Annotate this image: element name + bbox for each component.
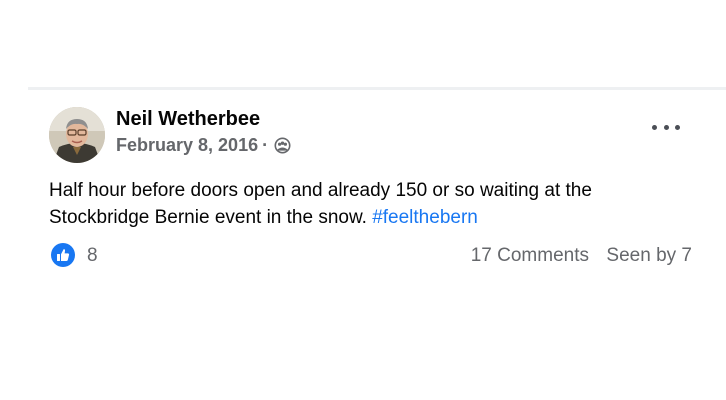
- seen-by-count[interactable]: Seen by 7: [606, 245, 692, 267]
- more-dot: [663, 124, 669, 130]
- more-options-icon[interactable]: [652, 118, 680, 136]
- post-date[interactable]: February 8, 2016: [116, 135, 258, 156]
- more-dot: [675, 124, 680, 130]
- avatar-image: [49, 107, 105, 163]
- author-name[interactable]: Neil Wetherbee: [116, 108, 260, 131]
- post-meta: February 8, 2016 ·: [116, 135, 291, 156]
- post-text: Half hour before doors open and already …: [49, 177, 689, 231]
- meta-separator: ·: [262, 135, 269, 155]
- hashtag-link[interactable]: #feelthebern: [372, 207, 478, 228]
- screenshot-canvas: Neil Wetherbee February 8, 2016 · Half h…: [0, 0, 726, 400]
- like-icon[interactable]: [51, 243, 75, 267]
- like-count[interactable]: 8: [87, 245, 98, 267]
- post-card: Neil Wetherbee February 8, 2016 · Half h…: [28, 87, 726, 280]
- more-dot: [652, 124, 657, 130]
- post-body: Half hour before doors open and already …: [49, 180, 592, 228]
- group-audience-icon[interactable]: [274, 137, 291, 154]
- avatar[interactable]: [49, 107, 105, 163]
- comments-count-link[interactable]: 17 Comments: [471, 245, 589, 267]
